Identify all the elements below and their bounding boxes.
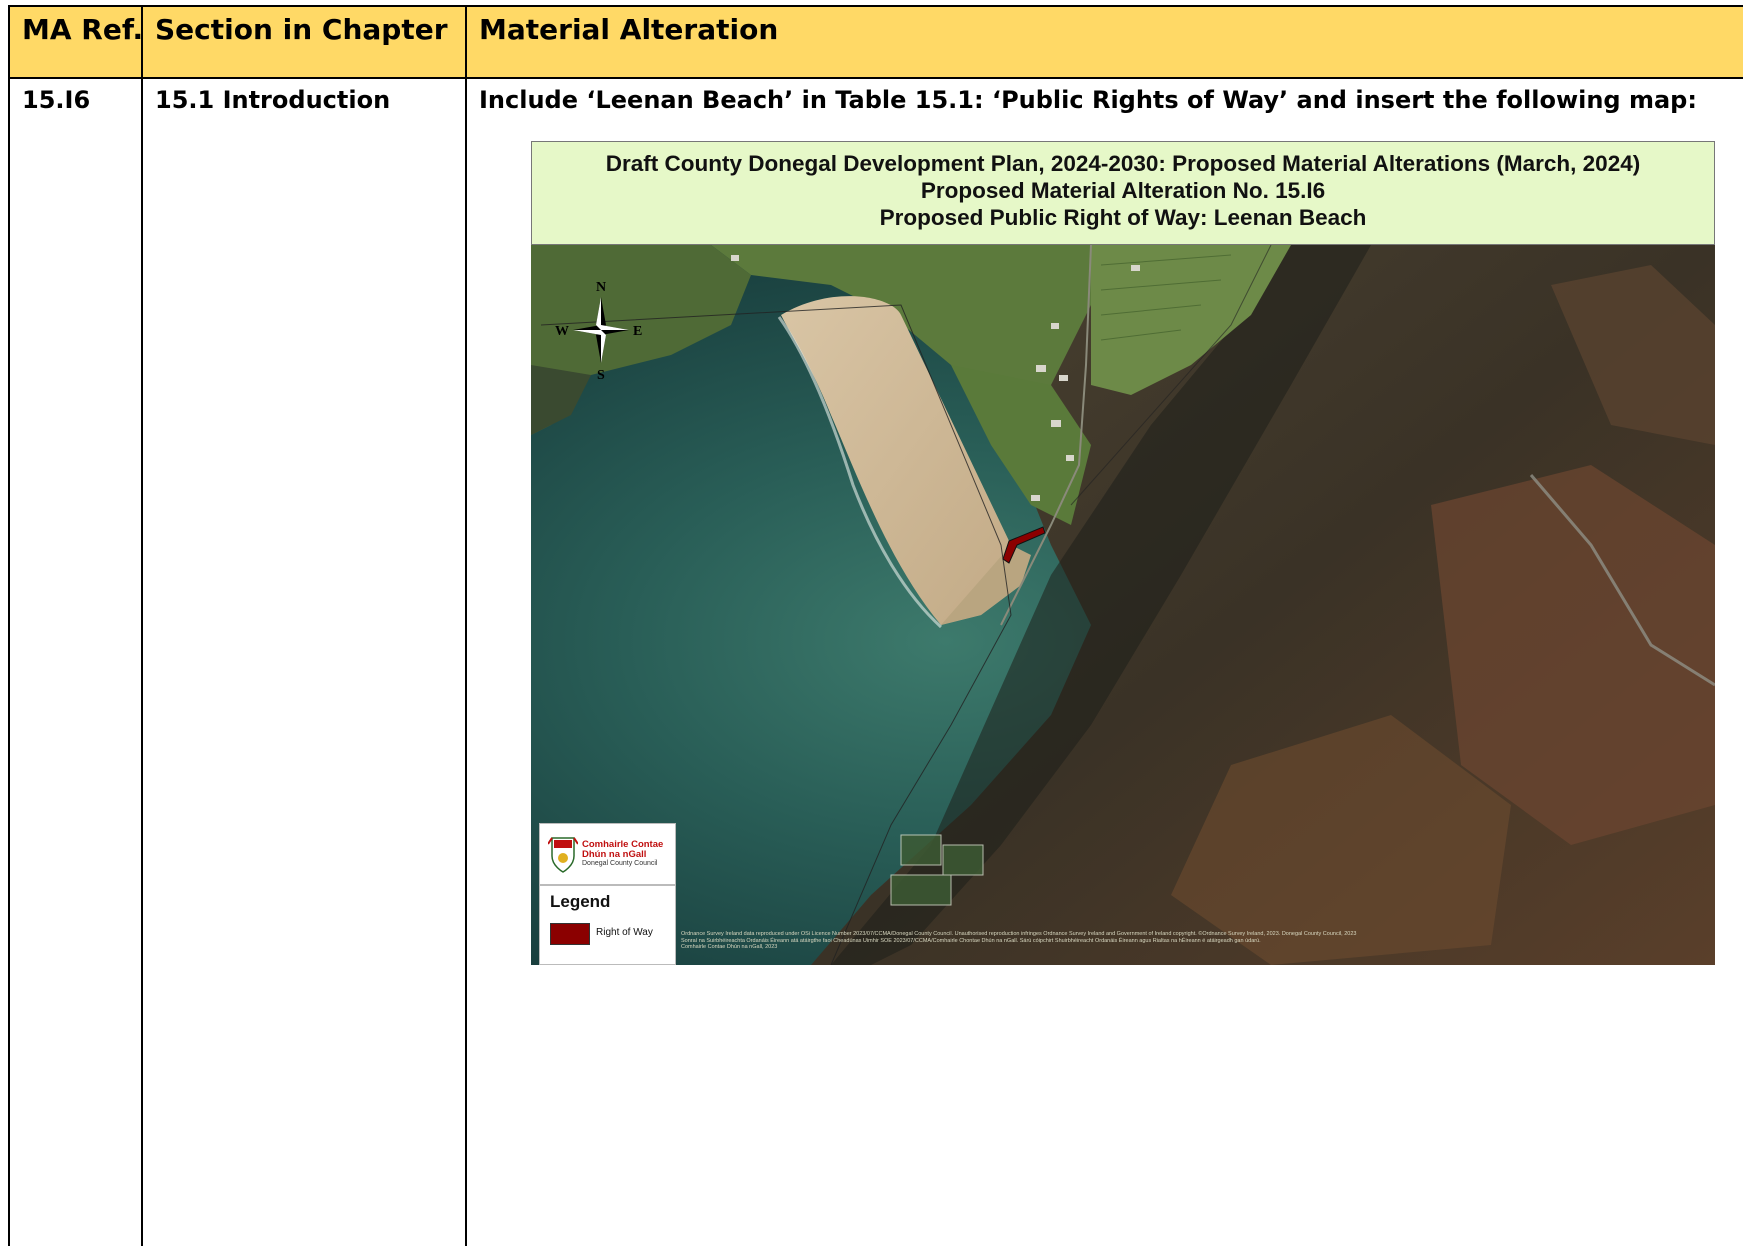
council-logo: Comhairle Contae Dhún na nGall Donegal C… [539,823,676,885]
compass-e: E [633,324,642,339]
table-top-border [8,5,1743,7]
logo-line-2: Dhún na nGall [582,848,647,860]
aerial-imagery [531,245,1715,965]
map-title-line-3: Proposed Public Right of Way: Leenan Bea… [879,205,1367,230]
compass-w: W [555,324,569,339]
header-bottom-border [8,77,1743,79]
legend-swatch-right-of-way [550,923,590,945]
copyright-line-3: Comhairle Contae Dhún na nGall, 2023 [681,944,778,950]
map-title-box: Draft County Donegal Development Plan, 2… [531,141,1715,245]
table-left-border [8,5,10,1246]
header-section-in-chapter: Section in Chapter [155,13,448,46]
map-title-line-1: Draft County Donegal Development Plan, 2… [605,151,1641,176]
legend-title: Legend [550,892,611,911]
compass-n: N [596,280,606,295]
map-figure: Draft County Donegal Development Plan, 2… [531,141,1715,966]
map-copyright: Ordnance Survey Ireland data reproduced … [681,931,1681,951]
header-ma-ref: MA Ref. [22,13,144,46]
logo-line-3: Donegal County Council [582,860,658,867]
compass-rose-icon: N S E W [555,280,642,383]
cell-ma-ref: 15.I6 [22,86,91,114]
map-title-line-2: Proposed Material Alteration No. 15.I6 [920,178,1326,203]
compass-s: S [597,368,605,383]
aerial-map-image: N S E W Comhairle Contae Dhún na nGall D… [531,245,1715,965]
council-crest-icon [548,837,578,873]
legend-label-right-of-way: Right of Way [596,927,653,938]
cell-alteration-text: Include ‘Leenan Beach’ in Table 15.1: ‘P… [479,86,1697,114]
cell-section: 15.1 Introduction [155,86,391,114]
column-divider-1 [141,5,143,1246]
header-material-alteration: Material Alteration [479,13,779,46]
map-legend: Legend Right of Way [539,885,676,965]
column-divider-2 [465,5,467,1246]
